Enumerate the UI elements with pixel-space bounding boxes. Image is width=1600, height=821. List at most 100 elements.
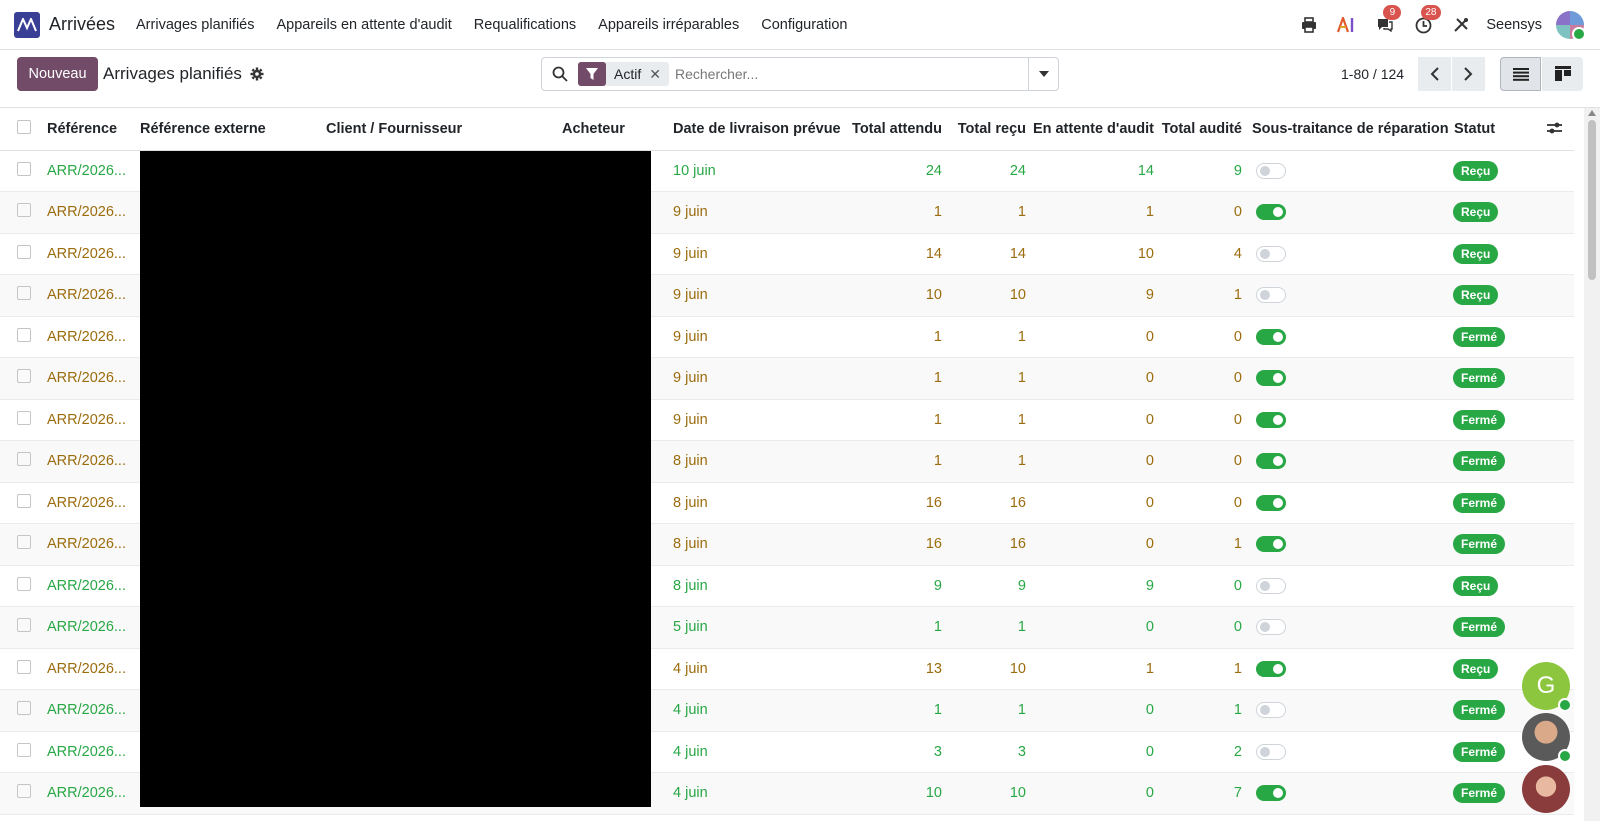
subcontract-toggle[interactable] (1256, 536, 1286, 553)
row-checkbox[interactable] (17, 161, 31, 176)
row-checkbox[interactable] (17, 327, 31, 342)
cell-status[interactable]: Reçu (1451, 565, 1574, 607)
cell-reference[interactable]: ARR/2026... (44, 523, 140, 566)
cell-scheduled-date[interactable]: 9 juin (668, 191, 846, 234)
row-select-cell[interactable] (0, 399, 44, 441)
cell-reference[interactable]: ARR/2026... (44, 482, 140, 524)
chat-avatar-user-3[interactable] (1522, 765, 1570, 813)
cell-scheduled-date[interactable]: 8 juin (668, 440, 846, 483)
cell-reference[interactable]: ARR/2026... (44, 689, 140, 732)
cell-pending-audit[interactable]: 9 (1032, 565, 1160, 607)
cell-repair-subcontracting[interactable] (1248, 191, 1451, 234)
cell-total-audited[interactable]: 0 (1160, 357, 1248, 400)
user-avatar[interactable] (1556, 11, 1586, 41)
cell-scheduled-date[interactable]: 8 juin (668, 565, 846, 607)
column-external-reference[interactable]: Référence externe (140, 108, 326, 151)
cell-total-received[interactable]: 10 (948, 648, 1032, 690)
cell-total-expected[interactable]: 1 (846, 316, 948, 358)
remove-facet-icon[interactable]: ✕ (649, 66, 669, 83)
subcontract-toggle[interactable] (1256, 619, 1286, 636)
cell-pending-audit[interactable]: 10 (1032, 233, 1160, 275)
cell-total-received[interactable]: 1 (948, 440, 1032, 483)
cell-pending-audit[interactable]: 0 (1032, 399, 1160, 441)
column-partner[interactable]: Client / Fournisseur (326, 108, 562, 151)
subcontract-toggle[interactable] (1256, 204, 1286, 221)
column-reference[interactable]: Référence (44, 108, 140, 151)
cell-total-received[interactable]: 3 (948, 731, 1032, 773)
cell-total-expected[interactable]: 1 (846, 191, 948, 234)
row-select-cell[interactable] (0, 274, 44, 317)
cell-repair-subcontracting[interactable] (1248, 731, 1451, 773)
row-select-cell[interactable] (0, 772, 44, 815)
row-select-cell[interactable] (0, 689, 44, 732)
row-select-cell[interactable] (0, 316, 44, 358)
cell-repair-subcontracting[interactable] (1248, 399, 1451, 441)
cell-pending-audit[interactable]: 9 (1032, 274, 1160, 317)
cell-total-audited[interactable]: 0 (1160, 316, 1248, 358)
subcontract-toggle[interactable] (1256, 453, 1286, 470)
cell-scheduled-date[interactable]: 4 juin (668, 689, 846, 732)
subcontract-toggle[interactable] (1256, 702, 1286, 719)
cell-total-expected[interactable]: 14 (846, 233, 948, 275)
cell-total-received[interactable]: 10 (948, 772, 1032, 815)
scroll-up-arrow-icon[interactable] (1588, 110, 1596, 116)
cell-reference[interactable]: ARR/2026... (44, 440, 140, 483)
row-select-cell[interactable] (0, 233, 44, 275)
row-checkbox[interactable] (17, 410, 31, 425)
cell-total-audited[interactable]: 1 (1160, 523, 1248, 566)
gear-icon[interactable] (250, 67, 264, 84)
select-all-cell[interactable] (0, 108, 44, 151)
optional-columns-icon[interactable] (1547, 121, 1562, 139)
cell-repair-subcontracting[interactable] (1248, 648, 1451, 690)
row-select-cell[interactable] (0, 565, 44, 607)
cell-pending-audit[interactable]: 0 (1032, 689, 1160, 732)
cell-reference[interactable]: ARR/2026... (44, 191, 140, 234)
cell-reference[interactable]: ARR/2026... (44, 772, 140, 815)
cell-pending-audit[interactable]: 1 (1032, 648, 1160, 690)
cell-total-received[interactable]: 16 (948, 523, 1032, 566)
subcontract-toggle[interactable] (1256, 785, 1286, 802)
cell-total-expected[interactable]: 10 (846, 772, 948, 815)
row-checkbox[interactable] (17, 742, 31, 757)
cell-scheduled-date[interactable]: 8 juin (668, 482, 846, 524)
row-select-cell[interactable] (0, 191, 44, 234)
cell-total-audited[interactable]: 0 (1160, 399, 1248, 441)
cell-status[interactable]: Fermé (1451, 357, 1574, 400)
cell-scheduled-date[interactable]: 9 juin (668, 316, 846, 358)
printer-icon[interactable] (1298, 14, 1320, 36)
cell-pending-audit[interactable]: 0 (1032, 606, 1160, 649)
cell-status[interactable]: Fermé (1451, 440, 1574, 483)
cell-total-audited[interactable]: 7 (1160, 772, 1248, 815)
cell-total-expected[interactable]: 24 (846, 150, 948, 192)
scroll-thumb[interactable] (1588, 120, 1596, 280)
cell-total-audited[interactable]: 0 (1160, 482, 1248, 524)
search-icon[interactable] (552, 66, 568, 82)
cell-pending-audit[interactable]: 0 (1032, 357, 1160, 400)
cell-total-audited[interactable]: 2 (1160, 731, 1248, 773)
row-checkbox[interactable] (17, 784, 31, 799)
menu-item-requalifications[interactable]: Requalifications (463, 17, 587, 33)
row-checkbox[interactable] (17, 535, 31, 550)
cell-repair-subcontracting[interactable] (1248, 316, 1451, 358)
cell-reference[interactable]: ARR/2026... (44, 565, 140, 607)
cell-total-received[interactable]: 1 (948, 399, 1032, 441)
activities-clock-icon[interactable]: 28 (1412, 5, 1441, 36)
ai-icon[interactable] (1336, 14, 1358, 36)
column-total-expected[interactable]: Total attendu (846, 108, 948, 151)
menu-item-configuration[interactable]: Configuration (750, 17, 858, 33)
row-checkbox[interactable] (17, 701, 31, 716)
cell-total-expected[interactable]: 1 (846, 606, 948, 649)
cell-pending-audit[interactable]: 0 (1032, 731, 1160, 773)
column-total-received[interactable]: Total reçu (948, 108, 1032, 151)
cell-total-received[interactable]: 9 (948, 565, 1032, 607)
column-total-audited[interactable]: Total audité (1160, 108, 1248, 151)
column-scheduled-date[interactable]: Date de livraison prévue (668, 108, 846, 151)
cell-scheduled-date[interactable]: 9 juin (668, 274, 846, 317)
cell-total-received[interactable]: 14 (948, 233, 1032, 275)
cell-status[interactable]: Fermé (1451, 482, 1574, 524)
subcontract-toggle[interactable] (1256, 328, 1286, 345)
pager-previous-button[interactable] (1418, 57, 1451, 91)
cell-total-received[interactable]: 1 (948, 606, 1032, 649)
cell-scheduled-date[interactable]: 5 juin (668, 606, 846, 649)
cell-status[interactable]: Reçu (1451, 274, 1574, 317)
